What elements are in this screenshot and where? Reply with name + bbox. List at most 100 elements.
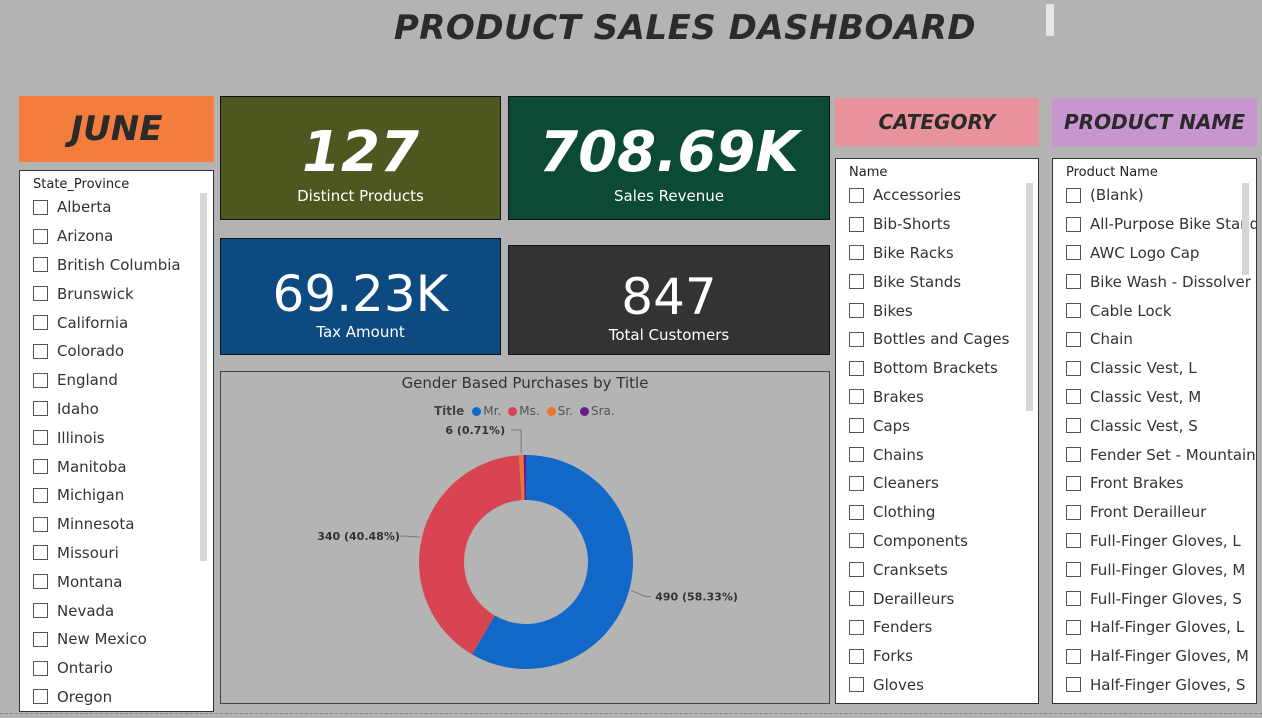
slicer-item[interactable]: Fenders xyxy=(836,613,1038,642)
slicer-item[interactable]: Full-Finger Gloves, L xyxy=(1053,527,1256,556)
checkbox[interactable] xyxy=(1066,360,1081,376)
slicer-item[interactable]: Minnesota xyxy=(20,510,213,539)
slicer-item[interactable]: Cleaners xyxy=(836,469,1038,498)
checkbox[interactable] xyxy=(1066,591,1081,607)
checkbox[interactable] xyxy=(1066,216,1081,232)
checkbox[interactable] xyxy=(849,303,864,319)
slicer-item[interactable]: Bottom Brackets xyxy=(836,354,1038,383)
slicer-item[interactable]: Caps xyxy=(836,411,1038,440)
checkbox[interactable] xyxy=(849,533,864,549)
slicer-item[interactable]: Chains xyxy=(836,440,1038,469)
checkbox[interactable] xyxy=(849,360,864,376)
checkbox[interactable] xyxy=(1066,389,1081,405)
checkbox[interactable] xyxy=(1066,447,1081,463)
slicer-item[interactable]: Chain xyxy=(1053,325,1256,354)
checkbox[interactable] xyxy=(1066,533,1081,549)
slicer-item[interactable]: All-Purpose Bike Stand xyxy=(1053,210,1256,239)
slicer-item[interactable]: Montana xyxy=(20,567,213,596)
checkbox[interactable] xyxy=(1066,274,1081,290)
checkbox[interactable] xyxy=(849,187,864,203)
slicer-item[interactable]: Missouri xyxy=(20,539,213,568)
checkbox[interactable] xyxy=(849,389,864,405)
slicer-item[interactable]: Half-Finger Gloves, S xyxy=(1053,671,1256,700)
scrollbar[interactable] xyxy=(200,193,207,561)
checkbox[interactable] xyxy=(849,562,864,578)
slicer-item[interactable]: New Mexico xyxy=(20,625,213,654)
slicer-item[interactable]: Fender Set - Mountain xyxy=(1053,440,1256,469)
slicer-item[interactable]: Components xyxy=(836,527,1038,556)
slicer-item[interactable]: Half-Finger Gloves, M xyxy=(1053,642,1256,671)
checkbox[interactable] xyxy=(33,487,48,503)
checkbox[interactable] xyxy=(33,401,48,417)
checkbox[interactable] xyxy=(1066,475,1081,491)
slicer-item[interactable]: Manitoba xyxy=(20,452,213,481)
slicer-item[interactable]: England xyxy=(20,366,213,395)
checkbox[interactable] xyxy=(1066,418,1081,434)
checkbox[interactable] xyxy=(1066,504,1081,520)
checkbox[interactable] xyxy=(33,199,48,215)
slicer-item[interactable]: Gloves xyxy=(836,671,1038,700)
slicer-item[interactable]: California xyxy=(20,308,213,337)
slicer-item[interactable]: Idaho xyxy=(20,395,213,424)
checkbox[interactable] xyxy=(1066,245,1081,261)
checkbox[interactable] xyxy=(849,619,864,635)
checkbox[interactable] xyxy=(849,216,864,232)
checkbox[interactable] xyxy=(33,430,48,446)
checkbox[interactable] xyxy=(849,274,864,290)
slicer-item[interactable]: Forks xyxy=(836,642,1038,671)
checkbox[interactable] xyxy=(1066,187,1081,203)
slicer-item[interactable]: Clothing xyxy=(836,498,1038,527)
slicer-item[interactable]: Half-Finger Gloves, L xyxy=(1053,613,1256,642)
slicer-item[interactable]: AWC Logo Cap xyxy=(1053,239,1256,268)
checkbox[interactable] xyxy=(33,516,48,532)
checkbox[interactable] xyxy=(33,603,48,619)
checkbox[interactable] xyxy=(1066,303,1081,319)
slicer-item[interactable]: Full-Finger Gloves, S xyxy=(1053,584,1256,613)
checkbox[interactable] xyxy=(849,648,864,664)
checkbox[interactable] xyxy=(33,459,48,475)
slicer-item[interactable]: Front Brakes xyxy=(1053,469,1256,498)
slicer-item[interactable]: Full-Finger Gloves, M xyxy=(1053,555,1256,584)
checkbox[interactable] xyxy=(849,475,864,491)
checkbox[interactable] xyxy=(33,545,48,561)
slicer-item[interactable]: British Columbia xyxy=(20,251,213,280)
checkbox[interactable] xyxy=(33,286,48,302)
checkbox[interactable] xyxy=(33,689,48,705)
checkbox[interactable] xyxy=(1066,648,1081,664)
slicer-item[interactable]: Cranksets xyxy=(836,555,1038,584)
slicer-item[interactable]: Bike Racks xyxy=(836,239,1038,268)
slicer-item[interactable]: Bike Stands xyxy=(836,267,1038,296)
slicer-item[interactable]: (Blank) xyxy=(1053,181,1256,210)
slicer-item[interactable]: Oregon xyxy=(20,683,213,711)
slicer-item[interactable]: Arizona xyxy=(20,222,213,251)
checkbox[interactable] xyxy=(33,372,48,388)
slicer-item[interactable]: Ontario xyxy=(20,654,213,683)
checkbox[interactable] xyxy=(849,591,864,607)
checkbox[interactable] xyxy=(1066,619,1081,635)
checkbox[interactable] xyxy=(849,331,864,347)
checkbox[interactable] xyxy=(849,447,864,463)
slicer-item[interactable]: Front Derailleur xyxy=(1053,498,1256,527)
checkbox[interactable] xyxy=(33,574,48,590)
checkbox[interactable] xyxy=(33,228,48,244)
slicer-item[interactable]: Brakes xyxy=(836,383,1038,412)
checkbox[interactable] xyxy=(33,343,48,359)
slicer-item[interactable]: Classic Vest, S xyxy=(1053,411,1256,440)
slicer-item[interactable]: Classic Vest, M xyxy=(1053,383,1256,412)
checkbox[interactable] xyxy=(849,245,864,261)
slicer-item[interactable]: Accessories xyxy=(836,181,1038,210)
checkbox[interactable] xyxy=(33,660,48,676)
slicer-item[interactable]: Bottles and Cages xyxy=(836,325,1038,354)
scrollbar[interactable] xyxy=(1242,183,1249,275)
checkbox[interactable] xyxy=(849,418,864,434)
checkbox[interactable] xyxy=(849,677,864,693)
checkbox[interactable] xyxy=(1066,562,1081,578)
slicer-item[interactable]: Michigan xyxy=(20,481,213,510)
slicer-item[interactable]: Cable Lock xyxy=(1053,296,1256,325)
checkbox[interactable] xyxy=(33,257,48,273)
slicer-item[interactable]: Brunswick xyxy=(20,279,213,308)
title-scrollbar[interactable] xyxy=(1046,4,1054,36)
slicer-item[interactable]: Nevada xyxy=(20,596,213,625)
checkbox[interactable] xyxy=(33,631,48,647)
checkbox[interactable] xyxy=(1066,677,1081,693)
